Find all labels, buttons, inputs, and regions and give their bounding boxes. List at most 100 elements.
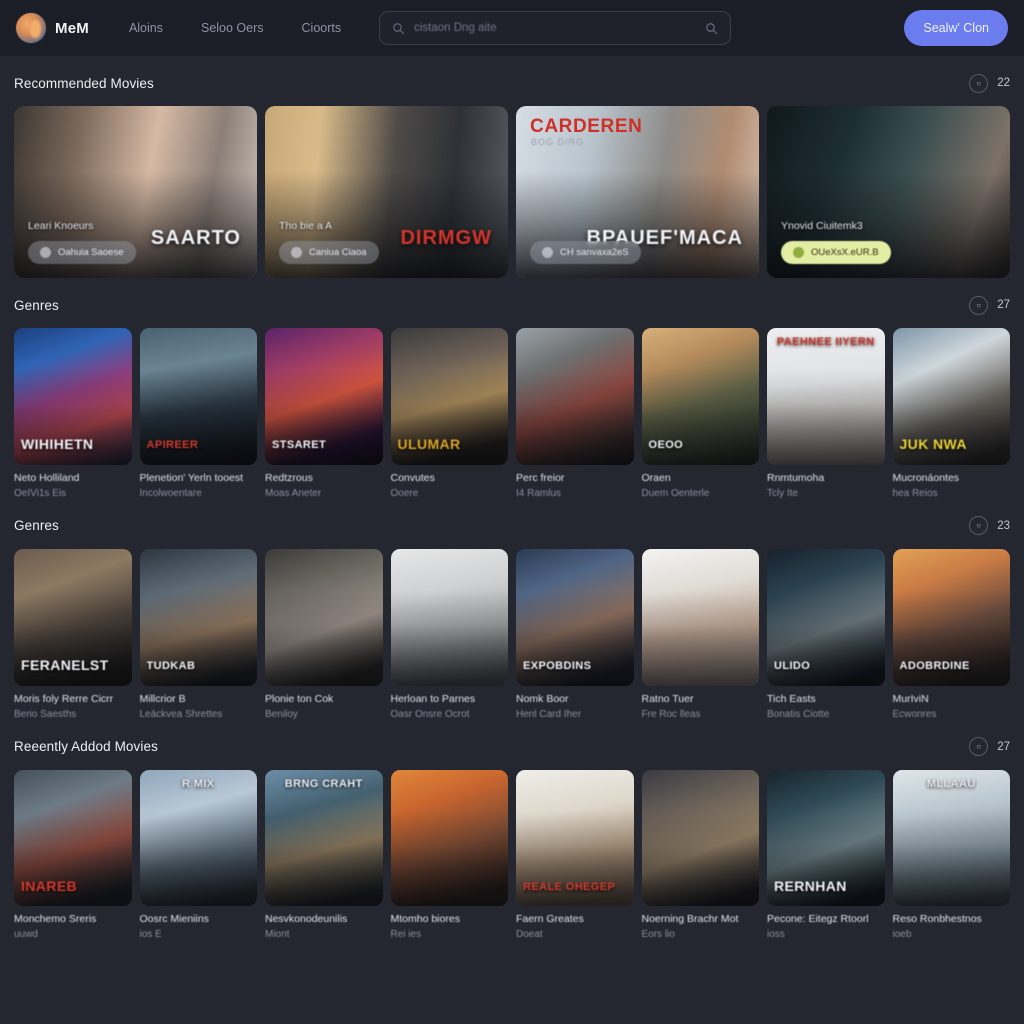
poster-card[interactable]: STSARET Redtzrous Moas Aneter xyxy=(265,328,383,499)
poster-thumbnail[interactable]: ULIDO xyxy=(767,548,885,686)
poster-card[interactable]: TUDKAB Millcrior B Leáckvea Shrettes xyxy=(139,548,257,720)
section-action-icon[interactable]: ○ xyxy=(969,516,989,536)
poster-grid: WIHIHETN Neto Holliland OeIVi1s Eis APIREER… xyxy=(14,328,1010,499)
poster-caption-title: Oraen xyxy=(641,471,671,484)
nav-item-2[interactable]: Cioorts xyxy=(302,21,342,35)
poster-thumbnail[interactable]: EXPOBDINS xyxy=(516,548,634,686)
nav-item-1[interactable]: Seloo Oers xyxy=(201,21,264,35)
poster-thumbnail[interactable]: TUDKAB xyxy=(139,548,257,686)
poster-card[interactable]: FERANELST Moris foly Rerre Cicrr Berio Sae… xyxy=(14,548,132,720)
search-submit-icon[interactable] xyxy=(705,22,718,35)
poster-thumbnail[interactable]: INAREB xyxy=(14,769,132,907)
poster-thumbnail[interactable]: RERNHAN xyxy=(767,769,885,907)
poster-caption-subtitle: Henl Card Iher xyxy=(516,708,582,720)
poster-thumbnail[interactable]: REALE OHEGEP xyxy=(516,769,634,907)
poster-card[interactable]: Plonie ton Cok Beniloy xyxy=(265,548,383,720)
primary-cta-button[interactable]: Sealw' Clon xyxy=(904,10,1008,46)
poster-thumbnail[interactable]: APIREER xyxy=(139,328,257,465)
poster-card[interactable]: REALE OHEGEP Faern Greates Doeat xyxy=(516,769,634,940)
poster-card[interactable]: EXPOBDINS Nomk Boor Henl Card Iher xyxy=(516,548,634,720)
search-input[interactable]: cistaon Dng aite xyxy=(379,11,732,45)
section-recommended-movies: Recommended Movies ○ 22 SAARTO Leari Kno… xyxy=(0,66,1024,278)
poster-caption-subtitle: Duem Oenterle xyxy=(641,487,710,499)
poster-title-art: EXPOBDINS xyxy=(523,661,592,673)
poster-thumbnail[interactable]: FERANELST xyxy=(14,548,132,686)
poster-caption-subtitle: Moas Aneter xyxy=(265,487,322,499)
poster-card[interactable]: INAREB Monchemo Sreris uuwd xyxy=(14,769,132,940)
section-genres: Genres ○ 27 WIHIHETN Neto Holliland OeIVi1s E… xyxy=(0,288,1024,499)
poster-title-art: WIHIHETN xyxy=(21,437,94,452)
brand-name: MeM xyxy=(55,19,89,37)
poster-caption-subtitle: Tcly Ite xyxy=(767,487,799,499)
poster-thumbnail[interactable] xyxy=(390,548,508,686)
hero-badge[interactable]: Caniua Ciaoa xyxy=(279,241,379,264)
hero-card[interactable]: Ynovid Ciuitemk3 OUeXsX.eUR.B xyxy=(767,106,1010,278)
poster-thumbnail[interactable]: JUK NWA xyxy=(892,328,1010,465)
poster-caption-title: Nesvkonodeunilis xyxy=(265,913,348,926)
poster-card[interactable]: JUK NWA Mucronáontes hea Reios xyxy=(892,328,1010,499)
section-action-icon[interactable]: ○ xyxy=(969,737,989,756)
poster-title-art: ADOBRDINE xyxy=(899,661,970,673)
poster-card[interactable]: OEOO Oraen Duem Oenterle xyxy=(641,328,759,499)
poster-card[interactable]: ULUMAR Convutes Ooere xyxy=(390,328,508,499)
poster-grid: FERANELST Moris foly Rerre Cicrr Berio Sae… xyxy=(14,548,1010,720)
hero-card[interactable]: CARDEREN BOG DIRO BPAUEF'MACA CH sanvaxa… xyxy=(516,106,759,278)
poster-thumbnail[interactable] xyxy=(265,548,383,686)
poster-grid: INAREB Monchemo Sreris uuwd R MIX Oosrc Mien… xyxy=(14,769,1010,941)
poster-thumbnail[interactable]: WIHIHETN xyxy=(14,328,132,465)
hero-card[interactable]: DIRMGW Tho bie a A Caniua Ciaoa xyxy=(265,106,508,278)
poster-thumbnail[interactable] xyxy=(516,328,634,465)
hero-badge[interactable]: CH sanvaxa2eS xyxy=(530,241,641,264)
poster-card[interactable]: Mtomho biores Rei ies xyxy=(390,769,508,940)
poster-card[interactable]: Ratno Tuer Fre Roc lleas xyxy=(641,548,759,720)
poster-thumbnail[interactable]: STSARET xyxy=(265,328,383,465)
poster-caption-subtitle: Miont xyxy=(265,929,290,941)
poster-card[interactable]: ADOBRDINE MurIviN Ecwonres xyxy=(892,548,1010,720)
poster-caption-title: Neto Holliland xyxy=(14,471,80,484)
poster-title-art: JUK NWA xyxy=(899,437,967,452)
poster-thumbnail[interactable]: ADOBRDINE xyxy=(892,548,1010,686)
poster-thumbnail[interactable]: MLLAAU xyxy=(892,769,1010,907)
poster-card[interactable]: APIREER Plenetion' Yerln tooest Incolwoent… xyxy=(139,328,257,499)
section-header: Genres ○ 23 xyxy=(14,509,1010,543)
poster-card[interactable]: MLLAAU Reso Ronbhestnos ioeb xyxy=(892,769,1010,940)
poster-thumbnail[interactable]: PAEHNEE IIYERN xyxy=(767,328,885,465)
poster-card[interactable]: Perc freior I4 Ramlus xyxy=(516,328,634,499)
poster-thumbnail[interactable] xyxy=(641,769,759,907)
poster-caption-subtitle: ioss xyxy=(767,929,785,941)
poster-thumbnail[interactable] xyxy=(390,769,508,907)
poster-caption-title: Tich Easts xyxy=(767,692,816,705)
hero-card[interactable]: SAARTO Leari Knoeurs Oahuia Saoese xyxy=(14,106,257,278)
section-action-icon[interactable]: ○ xyxy=(969,73,989,93)
poster-thumbnail[interactable]: OEOO xyxy=(641,328,759,465)
section-action-icon[interactable]: ○ xyxy=(969,295,989,315)
poster-title-art: ULIDO xyxy=(774,661,811,673)
top-navigation-bar: MeM Aloins Seloo Oers Cioorts cistaon Dn… xyxy=(0,0,1024,56)
brand[interactable]: MeM xyxy=(16,13,89,43)
poster-card[interactable]: BRNG CRAHT Nesvkonodeunilis Miont xyxy=(265,769,383,941)
hero-title: Ynovid Ciuitemk3 xyxy=(781,220,863,232)
hero-badge-icon xyxy=(793,247,804,258)
poster-title-art: OEOO xyxy=(648,440,684,452)
poster-thumbnail[interactable]: BRNG CRAHT xyxy=(265,769,383,907)
poster-card[interactable]: PAEHNEE IIYERN Rnmtumoha Tcly Ite xyxy=(767,328,885,499)
hero-logo-text: DIRMGW xyxy=(400,227,492,249)
hero-badge[interactable]: OUeXsX.eUR.B xyxy=(781,241,891,264)
poster-card[interactable]: RERNHAN Pecone: Eitegz Rtoorl ioss xyxy=(767,769,885,941)
section-meta: ○ 27 xyxy=(969,737,1010,756)
poster-top-text: MLLAAU xyxy=(926,777,976,790)
poster-card[interactable]: Noerning Brachr Mot Eors lio xyxy=(641,769,759,940)
nav-item-0[interactable]: Aloins xyxy=(129,21,163,35)
hero-badge[interactable]: Oahuia Saoese xyxy=(28,241,136,264)
hero-badge-icon xyxy=(291,247,302,258)
poster-caption-title: Convutes xyxy=(390,471,435,484)
poster-card[interactable]: R MIX Oosrc Mieniins ios E xyxy=(139,769,257,940)
poster-thumbnail[interactable]: ULUMAR xyxy=(390,328,508,465)
poster-gradient-overlay xyxy=(767,328,885,465)
poster-thumbnail[interactable] xyxy=(641,548,759,686)
poster-card[interactable]: ULIDO Tich Easts Bonatis Ciotte xyxy=(767,548,885,720)
poster-card[interactable]: Herloan to Parnes Oasr Onsre Ocrot xyxy=(390,548,508,720)
poster-caption-title: Millcrior B xyxy=(139,692,186,705)
poster-thumbnail[interactable]: R MIX xyxy=(139,769,257,907)
poster-card[interactable]: WIHIHETN Neto Holliland OeIVi1s Eis xyxy=(14,328,132,499)
